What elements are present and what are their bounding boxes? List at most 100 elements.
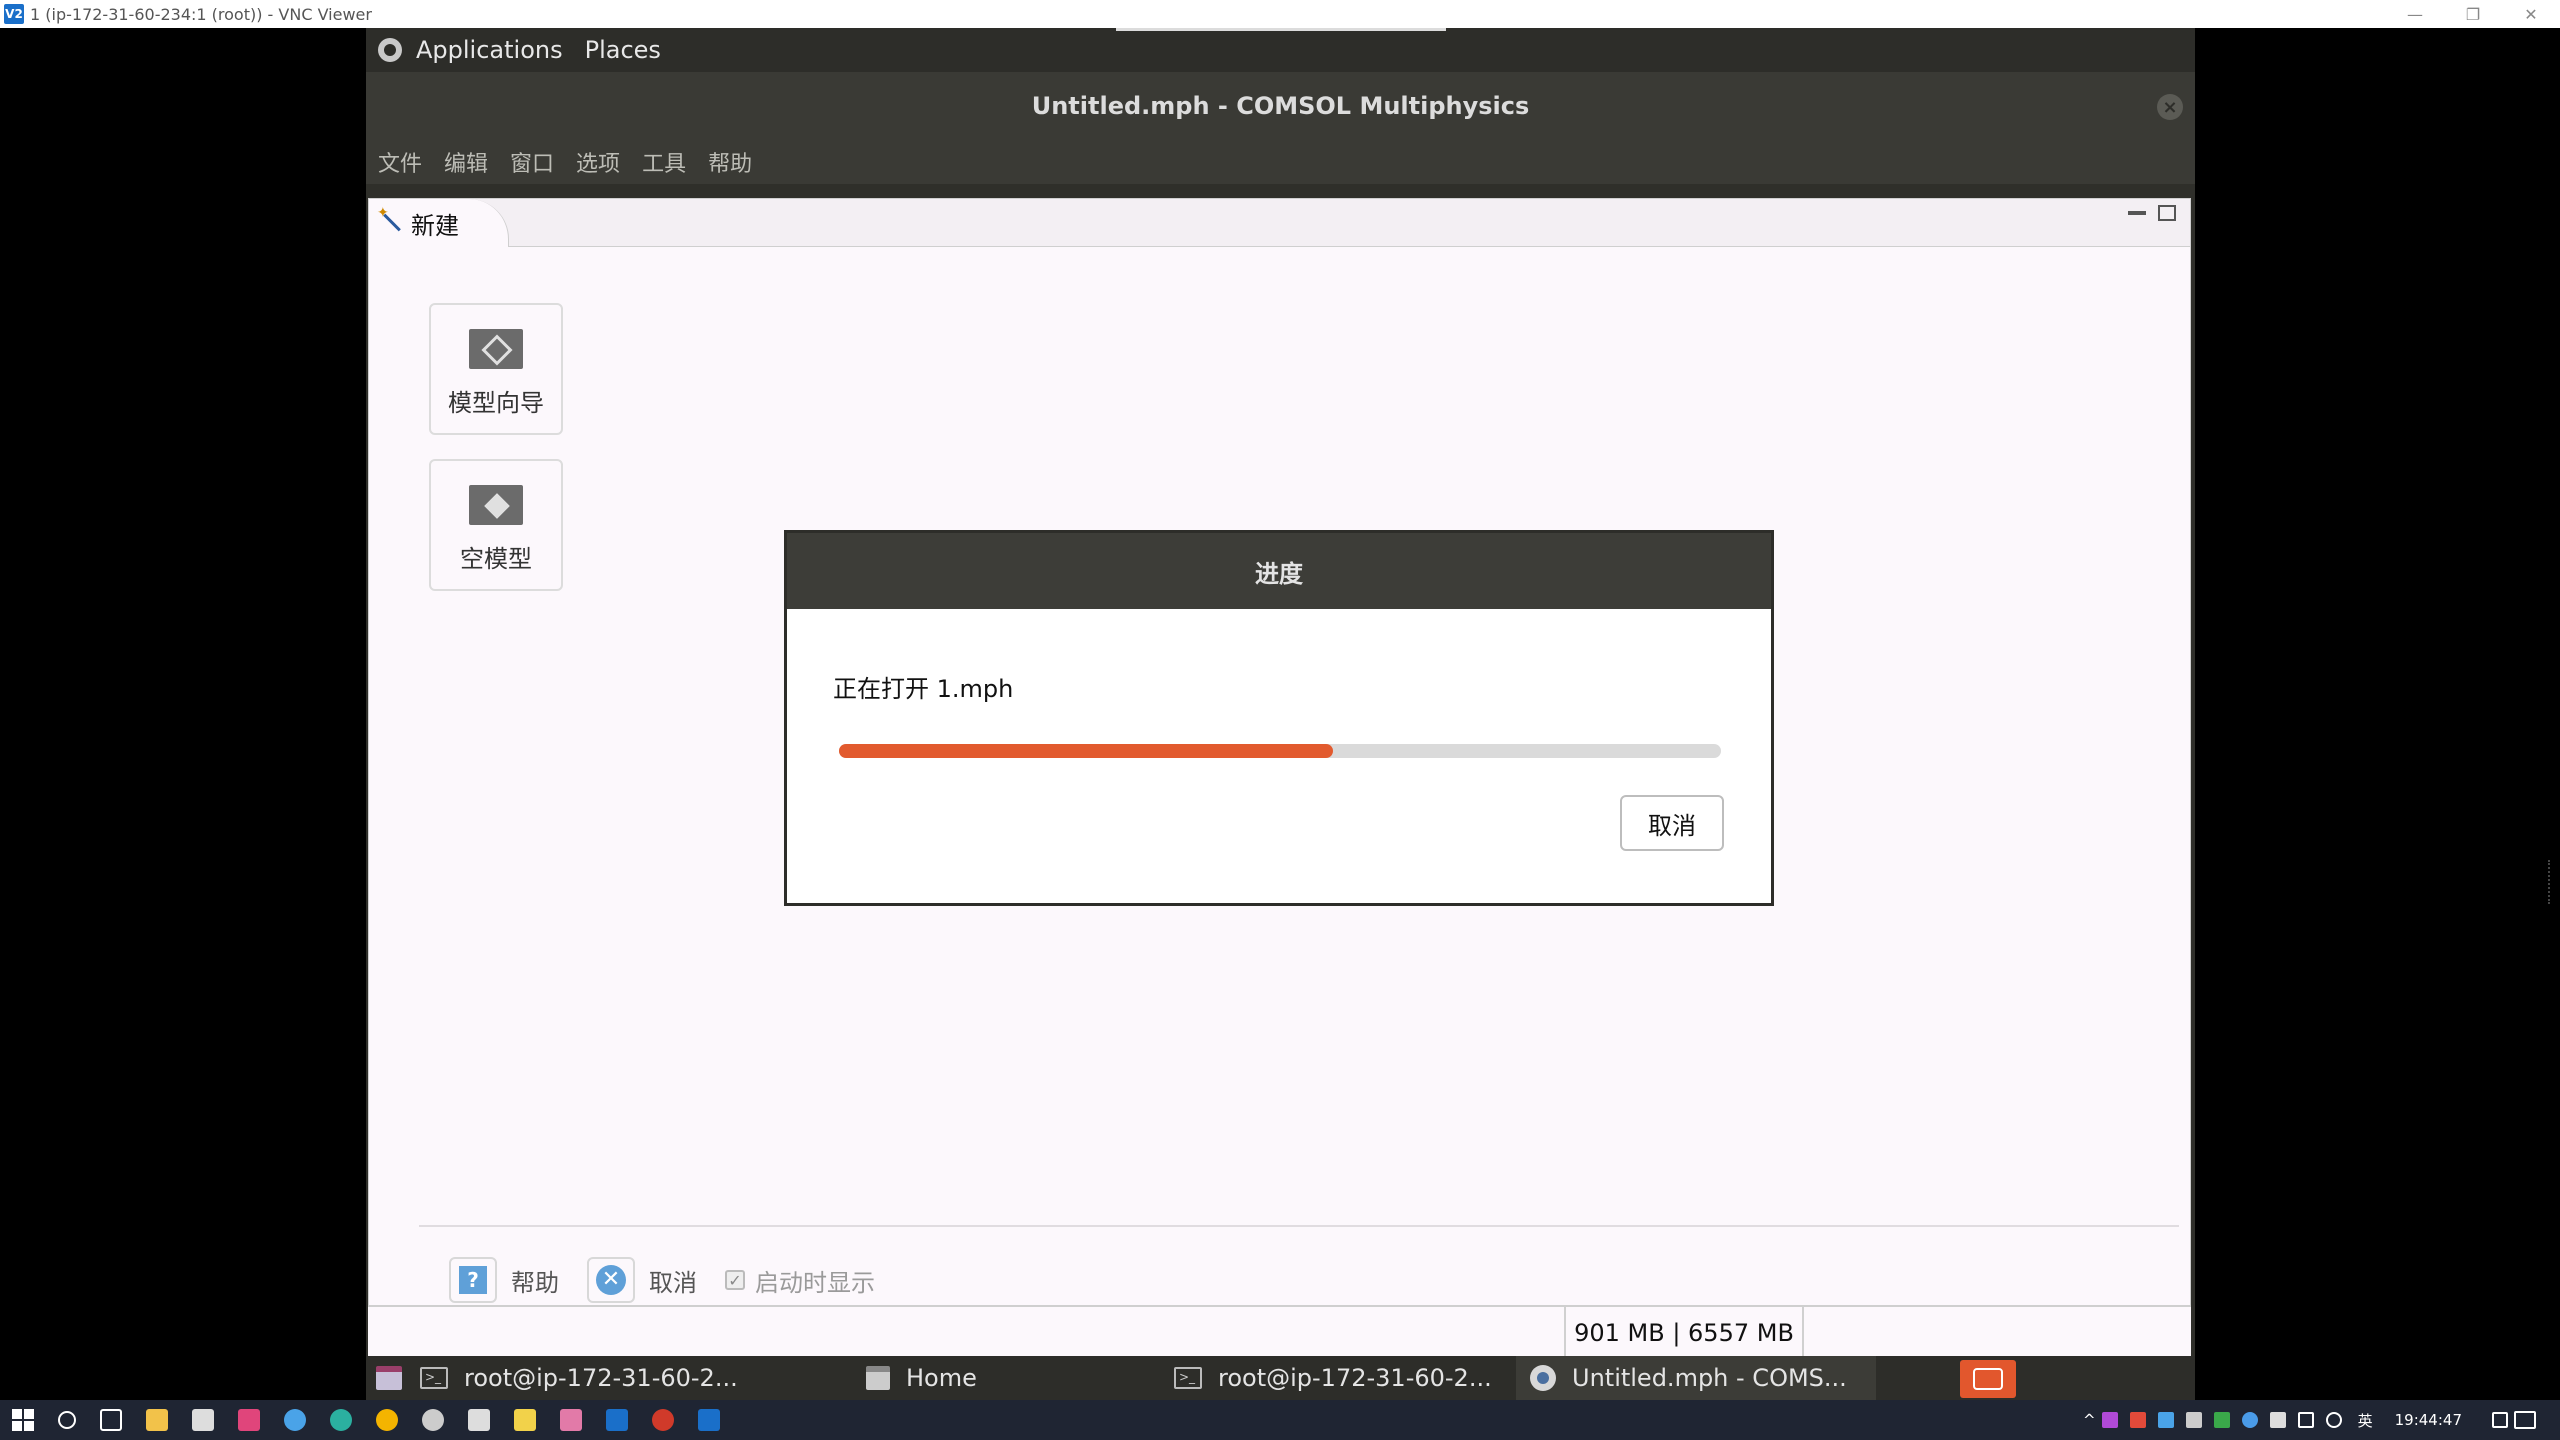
tray-app-icon[interactable]: [2157, 1412, 2174, 1428]
comsol-icon: [1530, 1365, 1556, 1391]
progress-bar-fill: [839, 744, 1333, 758]
app-red-icon[interactable]: [652, 1409, 674, 1431]
menu-tools[interactable]: 工具: [642, 146, 686, 178]
chrome-icon[interactable]: [376, 1409, 398, 1431]
app-blue-icon[interactable]: [284, 1409, 306, 1431]
app-purple-icon[interactable]: [560, 1409, 582, 1431]
gnome-foot-icon: [378, 38, 402, 62]
store-icon[interactable]: [192, 1409, 214, 1431]
windows-taskbar: ^ 英 19:44:47: [0, 1400, 2560, 1440]
task-view-icon[interactable]: [100, 1409, 122, 1431]
window-close-button[interactable]: ×: [2157, 94, 2183, 120]
blank-model-button[interactable]: 空模型: [429, 459, 563, 591]
minimize-panel-icon[interactable]: [2128, 211, 2146, 215]
windows-start-icon[interactable]: [12, 1409, 34, 1431]
tray-app-icon[interactable]: [2101, 1412, 2118, 1428]
show-on-startup-label: 启动时显示: [755, 1268, 875, 1297]
network-icon[interactable]: [2297, 1412, 2314, 1428]
status-bar: 901 MB | 6557 MB: [368, 1306, 2191, 1359]
tab-new-label: 新建: [411, 211, 459, 240]
menu-help[interactable]: 帮助: [708, 146, 752, 178]
panel-accent-line: [1116, 28, 1446, 31]
menu-bar: 文件 编辑 窗口 选项 工具 帮助: [366, 140, 2195, 184]
tray-expand-icon[interactable]: ^: [2083, 1411, 2096, 1429]
cancel-label[interactable]: 取消: [649, 1263, 697, 1298]
applications-menu[interactable]: Applications: [416, 36, 563, 64]
taskbar-item-label: root@ip-172-31-60-2...: [464, 1364, 738, 1392]
remote-desktop: Applications Places Untitled.mph - COMSO…: [366, 28, 2195, 1400]
progress-message: 正在打开 1.mph: [833, 675, 1014, 703]
folder-icon: [866, 1366, 890, 1390]
bottom-action-bar: ? 帮助 ✕ 取消 ✓ 启动时显示: [449, 1257, 875, 1303]
comsol-window-titlebar: Untitled.mph - COMSOL Multiphysics ×: [366, 72, 2195, 140]
terminal-icon: >_: [420, 1367, 448, 1389]
maximize-panel-icon[interactable]: [2158, 205, 2176, 221]
taskbar-item-comsol[interactable]: Untitled.mph - COMS...: [1516, 1356, 1876, 1400]
volume-icon[interactable]: [2325, 1412, 2342, 1428]
vnc-titlebar: V2 1 (ip-172-31-60-234:1 (root)) - VNC V…: [0, 0, 2560, 28]
places-menu[interactable]: Places: [585, 36, 661, 64]
dialog-header: 进度: [787, 533, 1771, 609]
app-grey-icon[interactable]: [422, 1409, 444, 1431]
tray-app-icon[interactable]: [2213, 1412, 2230, 1428]
memory-usage: 901 MB | 6557 MB: [1564, 1307, 1804, 1359]
progress-dialog: 进度 正在打开 1.mph 取消: [784, 530, 1774, 906]
menu-window[interactable]: 窗口: [510, 146, 554, 178]
workspace-switcher-icon[interactable]: [1960, 1360, 2016, 1398]
taskbar-item-label: Home: [906, 1364, 977, 1392]
tab-controls: [2128, 205, 2176, 221]
taskbar-item-terminal-2[interactable]: >_ root@ip-172-31-60-2...: [1174, 1356, 1564, 1400]
help-icon: ?: [459, 1266, 487, 1294]
app-slash-icon[interactable]: [468, 1409, 490, 1431]
blank-model-icon: [469, 485, 523, 525]
menu-file[interactable]: 文件: [378, 146, 422, 178]
cancel-button[interactable]: ✕: [587, 1257, 635, 1303]
onedrive-icon[interactable]: [2241, 1412, 2258, 1428]
app-pink-icon[interactable]: [238, 1409, 260, 1431]
vnc-window-title: 1 (ip-172-31-60-234:1 (root)) - VNC View…: [30, 4, 372, 24]
edge-icon[interactable]: [330, 1409, 352, 1431]
dialog-cancel-button[interactable]: 取消: [1620, 795, 1724, 851]
model-wizard-button[interactable]: 模型向导: [429, 303, 563, 435]
app-word-icon[interactable]: [606, 1409, 628, 1431]
vnc-minimize-button[interactable]: —: [2386, 0, 2444, 28]
tab-new[interactable]: 新建: [369, 199, 509, 247]
tray-app-icon[interactable]: [2129, 1412, 2146, 1428]
search-icon[interactable]: [58, 1411, 76, 1429]
terminal-icon: >_: [1174, 1367, 1202, 1389]
gnome-top-panel: Applications Places: [366, 28, 2195, 72]
cancel-icon: ✕: [596, 1265, 626, 1295]
tray-app-icon[interactable]: [2185, 1412, 2202, 1428]
vnc-logo-icon: V2: [4, 4, 24, 24]
vnc-close-button[interactable]: ✕: [2502, 0, 2560, 28]
bottom-divider: [419, 1225, 2179, 1227]
taskbar-item-label: Untitled.mph - COMS...: [1572, 1364, 1847, 1392]
notification-icon[interactable]: [2514, 1411, 2536, 1429]
keyboard-icon[interactable]: [2492, 1412, 2508, 1428]
taskbar-item-label: root@ip-172-31-60-2...: [1218, 1364, 1492, 1392]
model-wizard-icon: [469, 329, 523, 369]
vnc-side-handle[interactable]: [2548, 860, 2552, 904]
sticky-notes-icon[interactable]: [514, 1409, 536, 1431]
taskbar-item-home[interactable]: Home: [866, 1356, 1066, 1400]
menu-options[interactable]: 选项: [576, 146, 620, 178]
window-title: Untitled.mph - COMSOL Multiphysics: [1031, 92, 1530, 120]
taskbar-item-terminal-1[interactable]: >_ root@ip-172-31-60-2...: [420, 1356, 850, 1400]
system-tray: ^ 英 19:44:47: [2083, 1400, 2560, 1440]
menu-edit[interactable]: 编辑: [444, 146, 488, 178]
input-language[interactable]: 英: [2358, 1410, 2373, 1431]
model-wizard-label: 模型向导: [448, 389, 544, 417]
battery-icon[interactable]: [2269, 1412, 2286, 1428]
help-label[interactable]: 帮助: [511, 1263, 559, 1298]
file-explorer-icon[interactable]: [146, 1409, 168, 1431]
show-desktop-icon[interactable]: [376, 1366, 402, 1390]
blank-model-label: 空模型: [460, 545, 532, 573]
show-on-startup-checkbox[interactable]: ✓: [725, 1270, 745, 1290]
tab-strip: 新建: [369, 199, 2190, 247]
clock[interactable]: 19:44:47: [2395, 1411, 2462, 1429]
gnome-bottom-taskbar: >_ root@ip-172-31-60-2... Home >_ root@i…: [366, 1356, 2195, 1400]
help-button[interactable]: ?: [449, 1257, 497, 1303]
vnc-restore-button[interactable]: ❐: [2444, 0, 2502, 28]
magic-wand-icon: [377, 205, 401, 235]
vnc-viewer-icon[interactable]: [698, 1409, 720, 1431]
